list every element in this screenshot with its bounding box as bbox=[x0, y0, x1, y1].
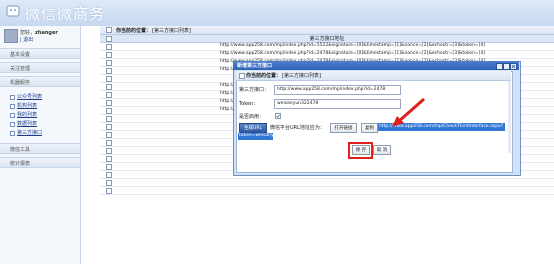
column-header: 第三方接口地址 bbox=[309, 36, 345, 42]
dialog-breadcrumb: 你当前的位置： [第三方接口列表] bbox=[236, 71, 511, 81]
row-checkbox[interactable] bbox=[106, 140, 112, 146]
table-row[interactable]: http://www.app258.com/mp/index.php?id=24… bbox=[100, 51, 554, 59]
sidebar-item-accounts[interactable]: 公众号列表 bbox=[10, 93, 70, 101]
row-checkbox[interactable] bbox=[106, 164, 112, 170]
check-icon bbox=[276, 114, 280, 118]
location-path: [第三方接口列表] bbox=[152, 28, 191, 34]
table-header: 第三方接口地址 bbox=[100, 35, 554, 43]
bullet-icon bbox=[10, 95, 15, 100]
token-input[interactable]: weisanyun322478 bbox=[274, 99, 401, 109]
sidebar-item-third-party[interactable]: 第三方接口 bbox=[10, 129, 70, 137]
user-greeting: 您好，zhanger bbox=[20, 29, 58, 36]
bullet-icon bbox=[10, 104, 15, 109]
dialog-title: 新增第三方接口 bbox=[237, 63, 273, 69]
row-checkbox[interactable] bbox=[106, 44, 112, 50]
generate-url-button[interactable]: 生成URL bbox=[239, 123, 267, 133]
row-checkbox[interactable] bbox=[106, 60, 112, 66]
url-description: 微信平台URL地址应为： bbox=[270, 125, 325, 131]
dialog-titlebar[interactable]: 新增第三方接口 bbox=[233, 61, 519, 70]
dialog-checkbox[interactable] bbox=[239, 73, 245, 79]
dialog-scrollbar[interactable] bbox=[508, 81, 511, 153]
sidebar-section-service[interactable]: 机器服务 bbox=[0, 76, 80, 87]
row-checkbox[interactable] bbox=[106, 156, 112, 162]
dialog-location-label: 你当前的位置： bbox=[246, 73, 282, 79]
open-link-button[interactable]: 打开链接 bbox=[330, 123, 357, 133]
bullet-icon bbox=[10, 113, 15, 118]
row-checkbox[interactable] bbox=[106, 188, 112, 194]
breadcrumb: 你当前的位置： [第三方接口列表] bbox=[100, 26, 554, 35]
row-checkbox[interactable] bbox=[106, 132, 112, 138]
row-checkbox[interactable] bbox=[106, 76, 112, 82]
table-row[interactable]: http://www.app258.com/mp/index.php?id=55… bbox=[100, 43, 554, 51]
table-row[interactable] bbox=[100, 187, 554, 195]
row-checkbox[interactable] bbox=[106, 108, 112, 114]
avatar bbox=[4, 29, 18, 43]
select-all-checkbox[interactable] bbox=[106, 27, 112, 33]
sidebar-item-mine[interactable]: 我的列表 bbox=[10, 111, 70, 119]
copy-button[interactable]: 复制 bbox=[361, 123, 378, 133]
row-checkbox[interactable] bbox=[106, 100, 112, 106]
sidebar-section-follow[interactable]: 关注管理 bbox=[0, 62, 80, 73]
brand-title: 微信微商务 bbox=[25, 5, 106, 23]
sidebar-item-orgs[interactable]: 机构列表 bbox=[10, 102, 70, 110]
sidebar-section-basic[interactable]: 基本设置 bbox=[0, 48, 80, 59]
close-button[interactable] bbox=[510, 63, 517, 70]
interface-input[interactable]: http://www.app258.com/mp/index.php?id=24… bbox=[274, 85, 401, 95]
maximize-button[interactable] bbox=[503, 63, 510, 70]
row-checkbox[interactable] bbox=[106, 124, 112, 130]
bullet-icon bbox=[10, 122, 15, 127]
cancel-button[interactable]: 取 消 bbox=[373, 145, 391, 155]
username: zhanger bbox=[35, 30, 58, 36]
save-button[interactable]: 保 存 bbox=[352, 145, 370, 155]
enable-checkbox[interactable] bbox=[275, 113, 281, 119]
logo-icon bbox=[6, 5, 20, 17]
bullet-icon bbox=[10, 131, 15, 136]
row-checkbox[interactable] bbox=[106, 92, 112, 98]
table-row[interactable] bbox=[100, 179, 554, 187]
annotation-arrow-icon bbox=[392, 97, 425, 127]
interface-label: 第三方接口： bbox=[239, 87, 270, 93]
minimize-button[interactable] bbox=[496, 63, 503, 70]
close-icon bbox=[511, 64, 516, 69]
sidebar-item-data[interactable]: 数据列表 bbox=[10, 120, 70, 128]
token-label: Token： bbox=[239, 101, 259, 107]
sidebar-section-stats[interactable]: 统计报表 bbox=[0, 157, 80, 168]
row-checkbox[interactable] bbox=[106, 84, 112, 90]
location-label: 你当前的位置： bbox=[116, 28, 152, 34]
url-output-continued[interactable]: token=weisanyun322478 bbox=[238, 133, 297, 140]
dialog-location-path: [第三方接口列表] bbox=[282, 73, 321, 79]
enable-label: 是否启用： bbox=[239, 114, 265, 120]
row-checkbox[interactable] bbox=[106, 116, 112, 122]
row-checkbox[interactable] bbox=[106, 148, 112, 154]
row-checkbox[interactable] bbox=[106, 52, 112, 58]
row-checkbox[interactable] bbox=[106, 68, 112, 74]
sidebar-section-tools[interactable]: 微信工具 bbox=[0, 143, 80, 154]
logout-link[interactable]: | 退出 bbox=[20, 36, 33, 43]
row-checkbox[interactable] bbox=[106, 172, 112, 178]
row-checkbox[interactable] bbox=[106, 180, 112, 186]
